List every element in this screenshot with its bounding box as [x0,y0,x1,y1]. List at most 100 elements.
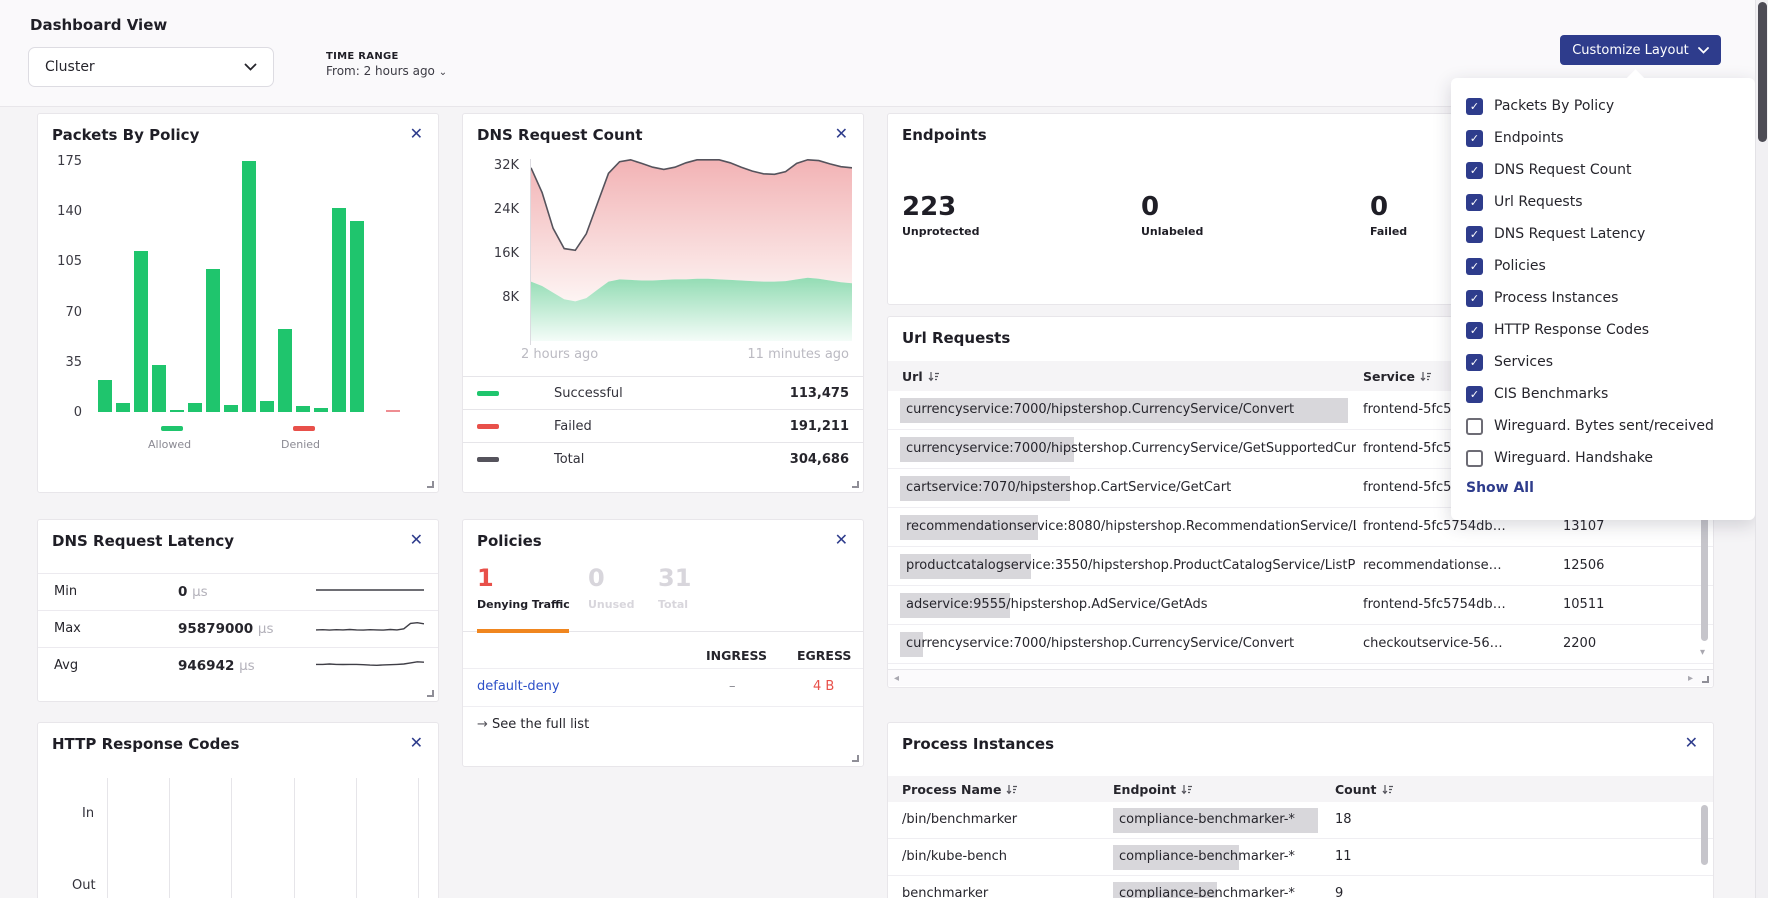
close-icon[interactable]: ✕ [410,126,423,142]
close-icon[interactable]: ✕ [835,126,848,142]
time-range-control[interactable]: From: 2 hours ago ⌄ [326,64,447,78]
menu-item-dns-request-count[interactable]: ✓ DNS Request Count [1451,154,1755,186]
y-axis-tick: 70 [42,305,82,320]
count-cell: 11 [1335,849,1352,864]
show-all-link[interactable]: Show All [1466,480,1534,496]
y-axis-tick: 35 [42,355,82,370]
checkbox-checked[interactable]: ✓ [1466,290,1483,307]
endpoint-cell: compliance-benchmarker-* [1119,886,1295,898]
menu-item-label: DNS Request Latency [1494,226,1645,242]
view-scope-select[interactable]: Cluster [28,47,274,87]
resize-handle[interactable] [427,690,434,697]
legend-swatch-allowed [161,426,183,431]
card-title: Endpoints [902,126,987,144]
y-axis-tick: 140 [42,204,82,219]
process-name-cell: /bin/benchmarker [902,812,1017,827]
close-icon[interactable]: ✕ [1685,735,1698,751]
menu-item-cis-benchmarks[interactable]: ✓CIS Benchmarks [1451,378,1755,410]
menu-item-label: DNS Request Count [1494,162,1631,178]
y-axis-tick: 24K [473,202,519,217]
latency-value: 946942 µs [178,658,255,674]
y-axis-tick: 16K [473,246,519,261]
menu-item-label: Wireguard. Handshake [1494,450,1653,466]
menu-item-services[interactable]: ✓Services [1451,346,1755,378]
page-scrollbar[interactable] [1755,0,1768,898]
close-icon[interactable]: ✕ [410,532,423,548]
allowed-bar [278,329,292,412]
scroll-right-arrow-icon[interactable]: ▸ [1688,673,1693,684]
menu-item-label: Packets By Policy [1494,98,1614,114]
menu-item-endpoints[interactable]: ✓Endpoints [1451,122,1755,154]
legend-swatch [477,424,499,429]
latency-row-avg: Avg946942 µs [38,647,438,684]
policies-tab-unused[interactable]: 0 Unused [588,564,634,611]
menu-item-packets-by-policy[interactable]: ✓ Packets By Policy [1451,90,1755,122]
dashboard-root: Dashboard View Cluster TIME RANGE From: … [0,0,1768,898]
menu-item-policies[interactable]: ✓Policies [1451,250,1755,282]
page-title: Dashboard View [30,16,167,34]
checkbox-checked[interactable]: ✓ [1466,322,1483,339]
process-table-vertical-scrollbar[interactable] [1701,805,1708,865]
menu-item-wireguard-handshake[interactable]: Wireguard. Handshake [1451,442,1755,474]
process-name-column-header[interactable]: Process Name [902,782,1017,797]
menu-item-url-requests[interactable]: ✓ Url Requests [1451,186,1755,218]
see-full-list-link[interactable]: → See the full list [477,717,589,732]
count-cell: 2200 [1563,636,1596,651]
endpoints-stat-unlabeled: 0 Unlabeled [1141,192,1203,238]
card-title: Policies [477,532,542,550]
checkbox-unchecked[interactable] [1466,450,1483,467]
endpoint-column-header[interactable]: Endpoint [1113,782,1192,797]
scroll-down-arrow-icon[interactable]: ▾ [1700,647,1705,658]
allowed-bar [296,406,310,412]
policies-tab-denying-traffic[interactable]: 1 Denying Traffic [477,564,570,611]
allowed-bar [170,410,184,413]
chevron-down-icon: ⌄ [439,67,447,78]
checkbox-checked[interactable]: ✓ [1466,226,1483,243]
menu-item-wireguard-bytes-sent-received[interactable]: Wireguard. Bytes sent/received [1451,410,1755,442]
url-cell: currencyservice:7000/hipstershop.Currenc… [906,402,1294,417]
card-title: DNS Request Count [477,126,643,144]
resize-handle[interactable] [1702,676,1709,683]
service-column-header[interactable]: Service [1363,369,1431,384]
legend-value: 191,211 [790,419,849,434]
allowed-bar [98,380,112,412]
card-title: HTTP Response Codes [52,735,239,753]
service-cell: checkoutservice-56… [1363,636,1503,651]
close-icon[interactable]: ✕ [835,532,848,548]
policy-name-link[interactable]: default-deny [477,679,560,694]
resize-handle[interactable] [427,481,434,488]
dns-legend: Successful113,475Failed191,211Total304,6… [463,376,863,475]
process-table-row: benchmarkercompliance-benchmarker-*9 [888,876,1713,898]
checkbox-checked[interactable]: ✓ [1466,258,1483,275]
allowed-bar [332,208,346,412]
menu-item-label: Url Requests [1494,194,1583,210]
checkbox-checked[interactable]: ✓ [1466,354,1483,371]
url-table-horizontal-scrollbar[interactable]: ◂ ▸ [888,669,1713,686]
scroll-left-arrow-icon[interactable]: ◂ [894,673,899,684]
process-table-header: Process Name Endpoint Count [888,776,1713,802]
close-icon[interactable]: ✕ [410,735,423,751]
page-scrollbar-thumb[interactable] [1758,2,1767,142]
menu-item-process-instances[interactable]: ✓Process Instances [1451,282,1755,314]
chevron-down-icon [1698,47,1709,54]
resize-handle[interactable] [852,481,859,488]
checkbox-checked[interactable]: ✓ [1466,98,1483,115]
customize-layout-menu: ✓Packets By Policy✓Endpoints✓DNS Request… [1451,78,1755,520]
menu-item-dns-request-latency[interactable]: ✓ DNS Request Latency [1451,218,1755,250]
checkbox-checked[interactable]: ✓ [1466,194,1483,211]
url-column-header[interactable]: Url [902,369,939,384]
customize-layout-button[interactable]: Customize Layout [1560,35,1721,65]
resize-handle[interactable] [852,755,859,762]
card-title: Process Instances [902,735,1054,753]
menu-item-http-response-codes[interactable]: ✓HTTP Response Codes [1451,314,1755,346]
checkbox-unchecked[interactable] [1466,418,1483,435]
count-column-header[interactable]: Count [1335,782,1393,797]
legend-label: Failed [554,419,592,434]
checkbox-checked[interactable]: ✓ [1466,130,1483,147]
checkbox-checked[interactable]: ✓ [1466,162,1483,179]
legend-value: 113,475 [790,386,849,401]
policies-tab-total[interactable]: 31 Total [658,564,691,611]
sort-icon [1181,784,1192,795]
checkbox-checked[interactable]: ✓ [1466,386,1483,403]
allowed-bar [260,401,274,412]
